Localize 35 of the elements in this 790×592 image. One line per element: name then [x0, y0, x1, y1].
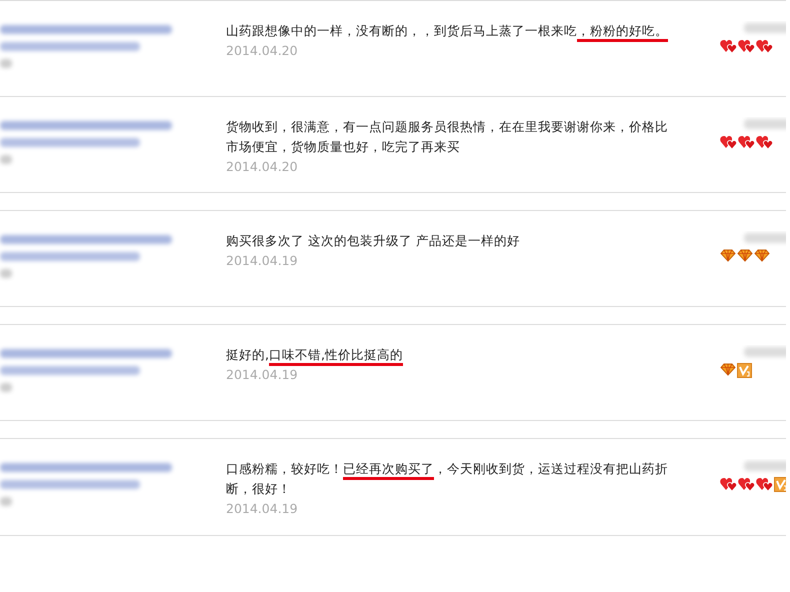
- blurred-text: [744, 119, 786, 129]
- diamond-icon: [720, 249, 736, 262]
- blurred-text: [744, 461, 786, 471]
- hearts-icon: [756, 477, 773, 492]
- hearts-icon: [756, 135, 773, 150]
- review-text: 购买很多次了 这次的包装升级了 产品还是一样的好: [226, 232, 521, 250]
- diamond-icon: [720, 363, 736, 376]
- blurred-text: [744, 347, 786, 357]
- diamond-icon: [737, 249, 753, 262]
- review-text: 货物收到，很满意，有一点问题服务员很热情，在在里我要谢谢你来，价格比市场便宜，货物质量也好，吃完了再来买: [226, 118, 669, 156]
- vip-icon: [737, 363, 752, 378]
- review-date: 2014.04.19: [226, 252, 298, 270]
- vip-icon: [774, 477, 786, 492]
- blurred-text: [0, 497, 12, 506]
- blurred-text: [0, 155, 12, 164]
- hearts-icon: [738, 477, 755, 492]
- review-date: 2014.04.19: [226, 366, 298, 384]
- review-date: 2014.04.20: [226, 42, 298, 60]
- hearts-icon: [738, 39, 755, 54]
- review-text: 挺好的,口味不错,性价比挺高的: [226, 345, 676, 365]
- hearts-icon: [756, 39, 773, 54]
- hearts-icon: [720, 135, 737, 150]
- blurred-text: [744, 233, 786, 243]
- review-text: 山药跟想像中的一样，没有断的，，到货后马上蒸了一根来吃，粉粉的好吃。: [226, 21, 676, 41]
- hearts-icon: [720, 39, 737, 54]
- diamond-icon: [754, 249, 770, 262]
- hearts-icon: [720, 477, 737, 492]
- review-text: 口感粉糯，较好吃！已经再次购买了，今天刚收到货，运送过程没有把山药折断，很好！: [226, 460, 669, 498]
- review-date: 2014.04.19: [226, 500, 298, 518]
- blurred-text: [0, 269, 12, 278]
- hearts-icon: [738, 135, 755, 150]
- blurred-text: [0, 59, 12, 68]
- review-date: 2014.04.20: [226, 158, 298, 176]
- blurred-text: [744, 23, 786, 33]
- blurred-text: [0, 383, 12, 392]
